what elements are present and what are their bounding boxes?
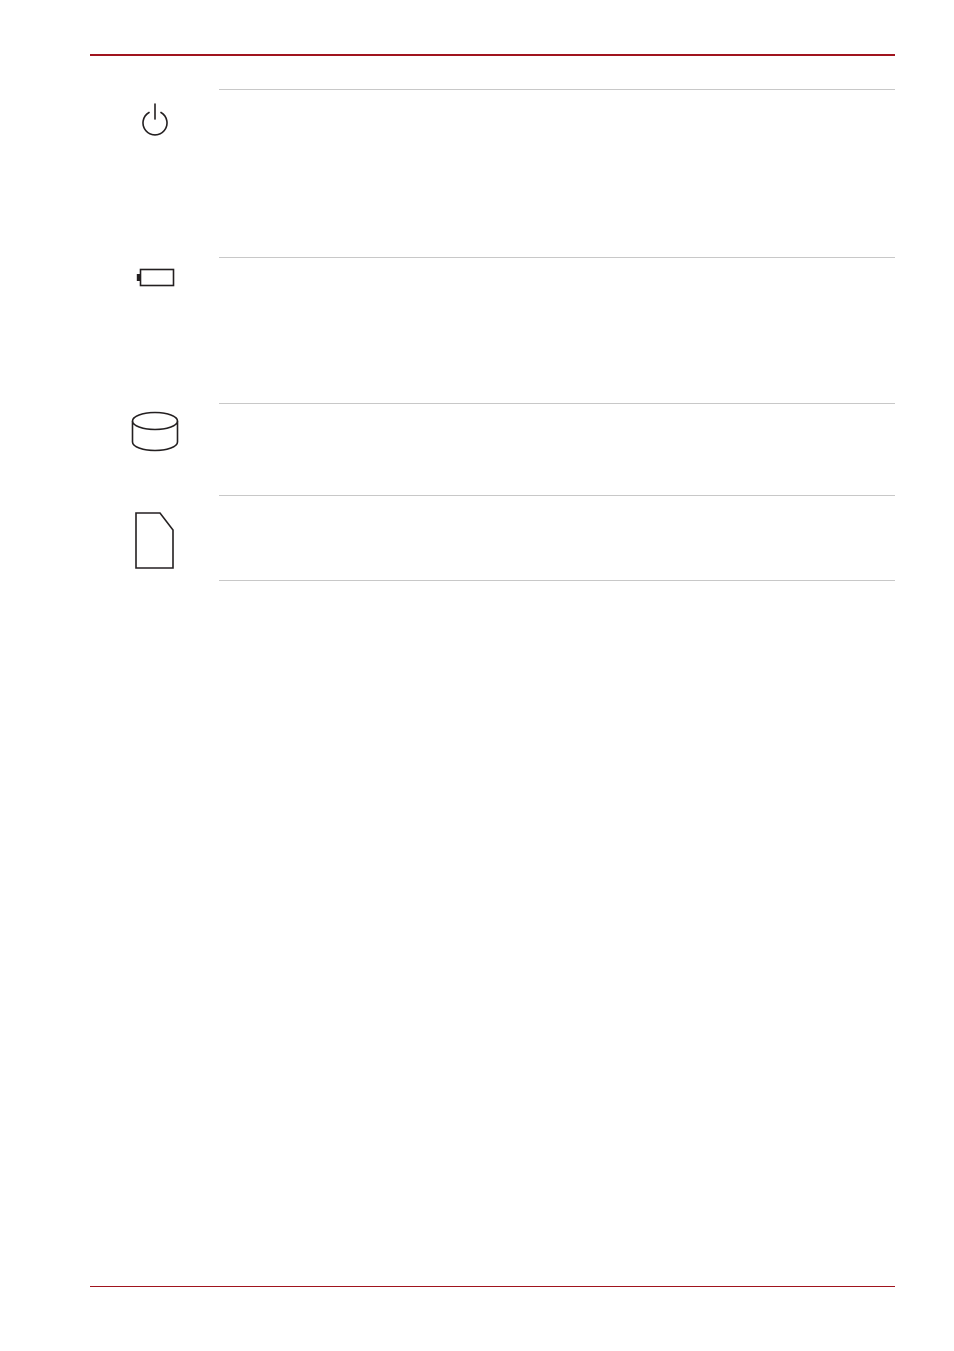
row-divider-bottom <box>219 580 895 581</box>
battery-icon <box>136 268 176 288</box>
power-icon <box>140 102 170 136</box>
indicator-row-battery <box>90 258 895 403</box>
indicator-row-disk <box>90 404 895 496</box>
hard-disk-icon <box>131 411 179 453</box>
memory-card-icon <box>134 511 176 571</box>
footer-rule <box>90 1286 895 1287</box>
indicator-row-card <box>90 496 895 580</box>
indicator-row-power <box>90 90 895 257</box>
header-rule <box>90 54 895 56</box>
